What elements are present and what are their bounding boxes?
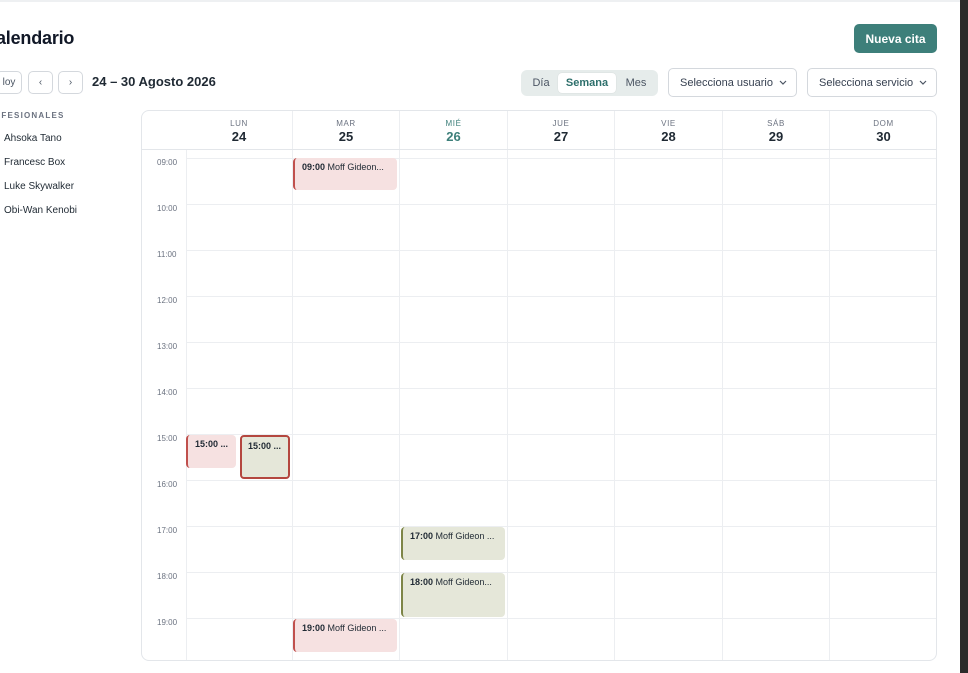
event-time: 15:00 ... — [195, 439, 229, 449]
grid-column-line — [829, 150, 830, 660]
day-number: 30 — [876, 129, 891, 144]
new-appointment-button[interactable]: Nueva cita — [854, 24, 937, 53]
grid-column-line — [399, 150, 400, 660]
date-range-label: 24 – 30 Agosto 2026 — [92, 74, 216, 89]
day-header-sun[interactable]: DOM 30 — [829, 111, 936, 149]
grid-hour-line — [186, 434, 936, 435]
appointment-event[interactable]: 15:00 ... — [186, 435, 236, 468]
sidebar-item-obi-wan-kenobi[interactable]: Obi-Wan Kenobi — [4, 205, 77, 216]
grid-column-line — [186, 150, 187, 660]
event-title: Moff Gideon ... — [435, 531, 495, 541]
top-divider — [0, 0, 960, 2]
event-title: Moff Gideon... — [327, 162, 384, 172]
day-number: 24 — [231, 129, 247, 144]
event-title: Moff Gideon... — [435, 577, 492, 587]
page-title: alendario — [0, 28, 75, 48]
grid-column-line — [722, 150, 723, 660]
event-time: 18:00 — [410, 577, 434, 587]
user-select[interactable]: Selecciona usuario — [668, 68, 797, 97]
hour-label: 18:00 — [157, 572, 178, 581]
sidebar-item-ahsoka-tano[interactable]: Ahsoka Tano — [4, 133, 62, 144]
view-day-tab[interactable]: Día — [525, 73, 557, 93]
window-edge — [960, 0, 968, 673]
grid-hour-line — [186, 388, 936, 389]
today-button[interactable]: loy — [0, 71, 22, 94]
next-week-button[interactable]: › — [58, 71, 83, 94]
grid-column-line — [614, 150, 615, 660]
event-time: 19:00 — [302, 623, 326, 633]
hour-label: 13:00 — [157, 342, 178, 351]
day-header-sat[interactable]: SÁB 29 — [722, 111, 829, 149]
day-name: SÁB — [767, 119, 785, 128]
professionals-heading: OFESIONALES — [0, 111, 65, 120]
hour-label: 11:00 — [157, 250, 177, 259]
hour-label: 16:00 — [157, 480, 178, 489]
day-header-tue[interactable]: MAR 25 — [292, 111, 399, 149]
hour-label: 19:00 — [157, 618, 178, 627]
day-header-fri[interactable]: VIE 28 — [614, 111, 722, 149]
grid-hour-line — [186, 572, 936, 573]
user-select-value: Selecciona usuario — [680, 76, 773, 89]
hour-label: 09:00 — [157, 158, 178, 167]
event-title: Moff Gideon ... — [327, 623, 387, 633]
grid-hour-line — [186, 526, 936, 527]
event-time: 15:00 ... — [248, 441, 282, 451]
sidebar-item-francesc-box[interactable]: Francesc Box — [4, 157, 65, 168]
chevron-left-icon: ‹ — [38, 77, 43, 88]
appointment-event[interactable]: 17:00 Moff Gideon ... — [401, 527, 505, 560]
day-header-thu[interactable]: JUE 27 — [507, 111, 614, 149]
appointment-event[interactable]: 09:00 Moff Gideon... — [293, 158, 397, 190]
view-toggle: Día Semana Mes — [521, 70, 658, 96]
hour-label: 10:00 — [157, 204, 178, 213]
week-calendar: LUN 24 MAR 25 MIÉ 26 JUE 27 VIE 28 SÁB 2… — [141, 110, 937, 661]
day-number: 25 — [338, 129, 354, 144]
day-name: DOM — [873, 119, 894, 128]
day-number: 27 — [553, 129, 569, 144]
event-time: 09:00 — [302, 162, 326, 172]
header-divider — [142, 149, 936, 150]
hour-label: 12:00 — [157, 296, 178, 305]
grid-hour-line — [186, 296, 936, 297]
day-number: 29 — [768, 129, 784, 144]
view-month-tab[interactable]: Mes — [618, 73, 654, 93]
event-time: 17:00 — [410, 531, 434, 541]
day-number: 26 — [446, 129, 461, 144]
appointment-event-selected[interactable]: 15:00 ... — [240, 435, 290, 479]
grid-hour-line — [186, 480, 936, 481]
appointment-event[interactable]: 19:00 Moff Gideon ... — [293, 619, 397, 652]
grid-column-line — [292, 150, 293, 660]
chevron-down-icon — [779, 80, 787, 85]
day-header-mon[interactable]: LUN 24 — [186, 111, 292, 149]
prev-week-button[interactable]: ‹ — [28, 71, 53, 94]
hour-label: 14:00 — [157, 388, 178, 397]
chevron-right-icon: › — [68, 77, 73, 88]
appointment-event[interactable]: 18:00 Moff Gideon... — [401, 573, 505, 617]
hour-label: 17:00 — [157, 526, 178, 535]
grid-hour-line — [186, 204, 936, 205]
day-name: LUN — [230, 119, 248, 128]
hour-label: 15:00 — [157, 434, 178, 443]
grid-hour-line — [186, 342, 936, 343]
day-name: MAR — [336, 119, 356, 128]
day-number: 28 — [661, 129, 676, 144]
day-name: JUE — [552, 119, 570, 128]
service-select[interactable]: Selecciona servicio — [807, 68, 937, 97]
service-select-value: Selecciona servicio — [819, 76, 914, 89]
day-name: VIE — [661, 119, 676, 128]
day-header-wed[interactable]: MIÉ 26 — [399, 111, 507, 149]
day-name: MIÉ — [445, 119, 462, 128]
grid-hour-line — [186, 250, 936, 251]
chevron-down-icon — [919, 80, 927, 85]
grid-column-line — [507, 150, 508, 660]
view-week-tab[interactable]: Semana — [558, 73, 616, 93]
sidebar-item-luke-skywalker[interactable]: Luke Skywalker — [4, 181, 74, 192]
